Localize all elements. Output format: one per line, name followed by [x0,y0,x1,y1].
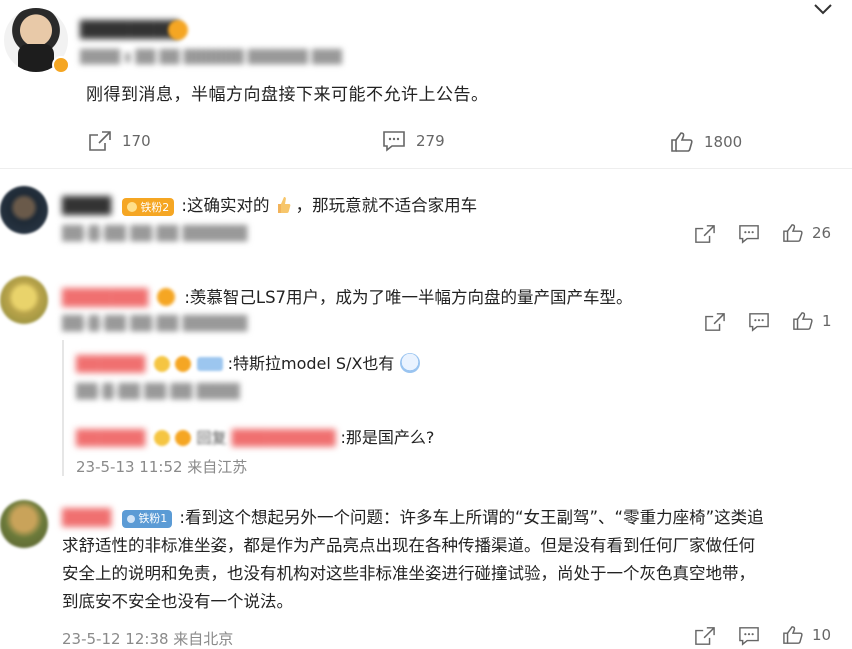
comment-like-button[interactable]: 10 [782,625,831,645]
forward-icon [705,313,725,331]
reply-meta: ██-█-██ ██:██ ████ [76,384,240,400]
forward-icon [695,225,715,243]
comment-like-count: 10 [812,626,832,644]
comment-meta: 23-5-12 12:38 来自北京 [62,630,234,648]
thumbs-up-icon [793,312,813,330]
comment-meta: ██-█-██ ██:██ ██████ [62,316,248,332]
comment-avatar[interactable] [0,186,48,234]
comment-like-count: 1 [822,312,832,330]
comment-like-button[interactable]: 1 [792,311,832,331]
comment-like-button[interactable]: 26 [782,223,831,243]
comment-icon [749,313,769,332]
like-count: 1800 [704,133,743,151]
reply-author-name[interactable]: ██████ [76,429,145,447]
forward-icon [89,131,111,151]
comment-reply-button[interactable] [748,312,770,332]
comment-forward-button[interactable] [704,312,726,332]
thumbs-up-icon [783,224,803,242]
fan-badge: 铁粉1 [122,509,173,528]
comment-avatar[interactable] [0,500,48,548]
comment-like-count: 26 [812,224,832,242]
like-button[interactable]: 1800 [670,131,742,153]
comment-icon [383,131,405,152]
comment-meta: ██-█-██ ██:██ ██████ [62,226,248,242]
comment-forward-button[interactable] [694,626,716,646]
comment-icon [739,627,759,646]
comment-line: ████ 铁粉2 :这确实对的 ，那玩意就不适合家用车 [62,192,477,216]
reply-author-name[interactable]: ██████ [76,355,145,373]
comment-author-name[interactable]: ████ [62,508,111,527]
comment-text-line: 安全上的说明和免责，也没有机构对这些非标准坐姿进行碰撞试验，尚处于一个灰色真空地… [62,564,755,583]
comment-body: ████ 铁粉1 :看到这个想起另外一个问题：许多车上所谓的“女王副驾”、“零重… [62,504,852,616]
comment-count: 279 [416,132,445,150]
collapse-chevron-icon[interactable] [812,0,834,22]
comment-author-name[interactable]: ███████ [62,288,148,307]
post-author-vip-icon [168,20,188,40]
comment-reply-button[interactable] [738,626,760,646]
reply-text: :特斯拉model S/X也有 [227,354,395,373]
fan-badge-icon [127,201,138,212]
comment-text: :这确实对的 [181,196,270,215]
reply-badge-icon [175,356,192,372]
comment-reply-button[interactable] [738,224,760,244]
reply-target-name[interactable]: █████████ [232,429,336,447]
forward-icon [695,627,715,645]
reply-badge-icon [154,356,171,372]
post-author-name[interactable]: ████████ [80,20,178,39]
comment-line: ███████ :羡慕智己LS7用户，成为了唯一半幅方向盘的量产国产车型。 [62,284,633,308]
post-meta: ████ ▮ ██ ██ ██████ ██████ ███ [80,50,342,65]
fan-badge-icon [127,514,136,523]
divider [0,168,852,169]
comment-text-line: 到底安不安全也没有一个说法。 [62,592,293,611]
verified-badge-icon [52,56,70,74]
thumbs-up-icon [783,626,803,644]
reply-line: ██████ 回复 █████████ :那是国产么? [76,424,434,448]
forward-count: 170 [122,132,151,150]
comment-avatar[interactable] [0,276,48,324]
reply-meta: 23-5-13 11:52 来自江苏 [76,458,248,476]
fan-badge: 铁粉2 [122,197,175,216]
reply-badge-icon [196,357,223,371]
comment-text-line: 求舒适性的非标准坐姿，都是作为产品亮点出现在各种传播渠道。但是没有看到任何厂家做… [62,536,755,555]
comment-text-line: :看到这个想起另外一个问题：许多车上所谓的“女王副驾”、“零重力座椅”这类追 [179,508,764,527]
post-text: 刚得到消息，半幅方向盘接下来可能不允许上公告。 [86,85,489,105]
grimace-emoji-icon [399,353,420,373]
comment-button[interactable]: 279 [382,130,445,152]
reply-text: :那是国产么? [340,428,435,447]
forward-button[interactable]: 170 [88,130,151,152]
comment-text: :羡慕智己LS7用户，成为了唯一半幅方向盘的量产国产车型。 [184,288,633,307]
thumbs-up-icon [671,132,693,152]
reply-line: ██████ :特斯拉model S/X也有 [76,350,420,374]
reply-badge-icon [175,430,192,446]
comment-icon [739,225,759,244]
comment-text-tail: ，那玩意就不适合家用车 [295,196,478,215]
comment-author-name[interactable]: ████ [62,196,111,215]
reply-thread-line [62,340,64,476]
reply-badge-icon [154,430,171,446]
author-badge-icon [157,288,176,306]
reply-to-label: 回复 [196,429,227,447]
comment-forward-button[interactable] [694,224,716,244]
thumbs-up-emoji-icon [275,195,291,215]
